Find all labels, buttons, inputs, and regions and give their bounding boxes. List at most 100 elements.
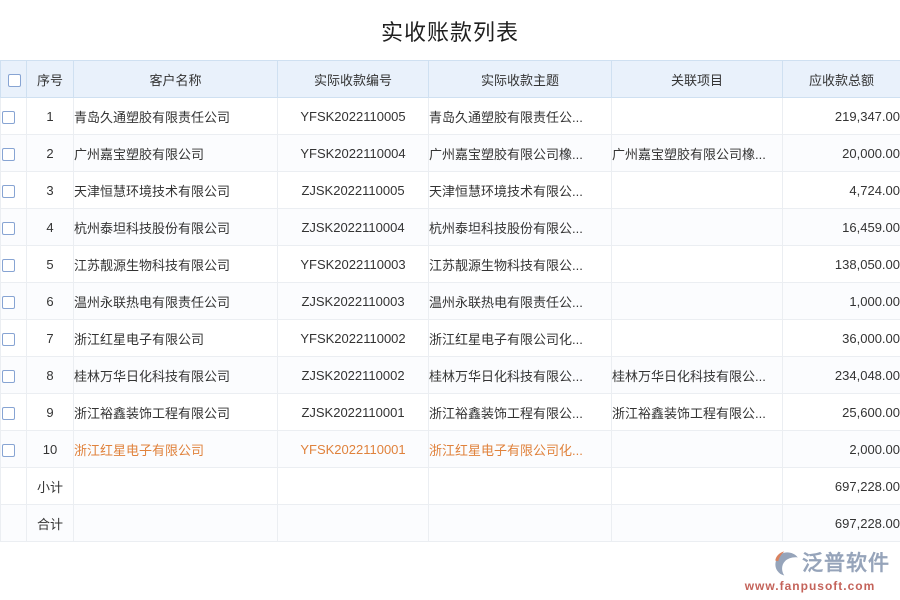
receipt-code-link[interactable]: YFSK2022110004 bbox=[278, 135, 429, 172]
row-checkbox[interactable] bbox=[2, 222, 15, 235]
row-checkbox-cell bbox=[1, 320, 27, 357]
receivable-amount: 25,600.00 bbox=[783, 394, 900, 431]
receipt-subject-link[interactable]: 浙江裕鑫装饰工程有限公... bbox=[429, 394, 612, 431]
row-checkbox[interactable] bbox=[2, 407, 15, 420]
receivable-amount: 219,347.00 bbox=[783, 98, 900, 135]
related-project-link[interactable]: 桂林万华日化科技有限公... bbox=[612, 357, 783, 394]
receipts-list-page: 实收账款列表 序号 客户名称 实际收款编号 实际收款主题 关联项目 应收款总额 bbox=[0, 0, 900, 600]
subtotal-label: 小计 bbox=[27, 468, 74, 505]
total-row: 合计 697,228.00 bbox=[1, 505, 900, 542]
row-number: 10 bbox=[27, 431, 74, 468]
related-project-link[interactable] bbox=[612, 246, 783, 283]
column-header-customer: 客户名称 bbox=[74, 61, 278, 98]
table-row: 3 天津恒慧环境技术有限公司 ZJSK2022110005 天津恒慧环境技术有限… bbox=[1, 172, 900, 209]
receipt-code-link[interactable]: ZJSK2022110005 bbox=[278, 172, 429, 209]
related-project-link[interactable]: 广州嘉宝塑胶有限公司橡... bbox=[612, 135, 783, 172]
row-checkbox-cell bbox=[1, 431, 27, 468]
receipt-code-link[interactable]: YFSK2022110003 bbox=[278, 246, 429, 283]
related-project-link[interactable]: 浙江裕鑫装饰工程有限公... bbox=[612, 394, 783, 431]
table-row: 7 浙江红星电子有限公司 YFSK2022110002 浙江红星电子有限公司化.… bbox=[1, 320, 900, 357]
brand-url-link[interactable]: www.fanpusoft.com bbox=[730, 580, 890, 592]
receivable-amount: 138,050.00 bbox=[783, 246, 900, 283]
related-project-link[interactable] bbox=[612, 320, 783, 357]
receipt-code-link[interactable]: ZJSK2022110004 bbox=[278, 209, 429, 246]
receipt-code-link[interactable]: YFSK2022110002 bbox=[278, 320, 429, 357]
row-checkbox-cell bbox=[1, 135, 27, 172]
receivable-amount: 234,048.00 bbox=[783, 357, 900, 394]
related-project-link[interactable] bbox=[612, 98, 783, 135]
row-number: 8 bbox=[27, 357, 74, 394]
table-row: 9 浙江裕鑫装饰工程有限公司 ZJSK2022110001 浙江裕鑫装饰工程有限… bbox=[1, 394, 900, 431]
related-project-link[interactable] bbox=[612, 431, 783, 468]
subtotal-amount: 697,228.00 bbox=[783, 468, 900, 505]
row-checkbox[interactable] bbox=[2, 333, 15, 346]
receipt-code-link[interactable]: ZJSK2022110001 bbox=[278, 394, 429, 431]
row-checkbox-cell bbox=[1, 246, 27, 283]
table-body: 1 青岛久通塑胶有限责任公司 YFSK2022110005 青岛久通塑胶有限责任… bbox=[1, 98, 900, 468]
table-row: 1 青岛久通塑胶有限责任公司 YFSK2022110005 青岛久通塑胶有限责任… bbox=[1, 98, 900, 135]
receipts-table: 序号 客户名称 实际收款编号 实际收款主题 关联项目 应收款总额 1 青岛久通塑… bbox=[0, 60, 900, 542]
total-checkbox-cell bbox=[1, 505, 27, 542]
related-project-link[interactable] bbox=[612, 172, 783, 209]
row-number: 1 bbox=[27, 98, 74, 135]
row-number: 4 bbox=[27, 209, 74, 246]
row-checkbox-cell bbox=[1, 209, 27, 246]
table-row: 2 广州嘉宝塑胶有限公司 YFSK2022110004 广州嘉宝塑胶有限公司橡.… bbox=[1, 135, 900, 172]
row-number: 3 bbox=[27, 172, 74, 209]
receipt-code-link[interactable]: YFSK2022110001 bbox=[278, 431, 429, 468]
related-project-link[interactable] bbox=[612, 209, 783, 246]
fanpu-logo-icon bbox=[773, 550, 800, 577]
column-header-project: 关联项目 bbox=[612, 61, 783, 98]
receipt-subject-link[interactable]: 浙江红星电子有限公司化... bbox=[429, 320, 612, 357]
row-checkbox-cell bbox=[1, 283, 27, 320]
customer-name-link[interactable]: 广州嘉宝塑胶有限公司 bbox=[74, 135, 278, 172]
customer-name-link[interactable]: 杭州泰坦科技股份有限公司 bbox=[74, 209, 278, 246]
receipt-code-link[interactable]: ZJSK2022110002 bbox=[278, 357, 429, 394]
row-checkbox[interactable] bbox=[2, 444, 15, 457]
row-checkbox-cell bbox=[1, 98, 27, 135]
receipt-subject-link[interactable]: 天津恒慧环境技术有限公... bbox=[429, 172, 612, 209]
row-checkbox[interactable] bbox=[2, 111, 15, 124]
receivable-amount: 4,724.00 bbox=[783, 172, 900, 209]
select-all-checkbox[interactable] bbox=[8, 74, 21, 87]
receipt-subject-link[interactable]: 青岛久通塑胶有限责任公... bbox=[429, 98, 612, 135]
customer-name-link[interactable]: 浙江裕鑫装饰工程有限公司 bbox=[74, 394, 278, 431]
customer-name-link[interactable]: 青岛久通塑胶有限责任公司 bbox=[74, 98, 278, 135]
row-checkbox[interactable] bbox=[2, 259, 15, 272]
row-checkbox[interactable] bbox=[2, 370, 15, 383]
table-row: 6 温州永联热电有限责任公司 ZJSK2022110003 温州永联热电有限责任… bbox=[1, 283, 900, 320]
receipt-code-link[interactable]: ZJSK2022110003 bbox=[278, 283, 429, 320]
page-title: 实收账款列表 bbox=[0, 0, 900, 60]
receipt-subject-link[interactable]: 杭州泰坦科技股份有限公... bbox=[429, 209, 612, 246]
total-label: 合计 bbox=[27, 505, 74, 542]
table-summary: 小计 697,228.00 合计 697,228.00 bbox=[1, 468, 900, 542]
row-checkbox[interactable] bbox=[2, 296, 15, 309]
header-checkbox-cell bbox=[1, 61, 27, 98]
receipt-subject-link[interactable]: 温州永联热电有限责任公... bbox=[429, 283, 612, 320]
row-checkbox-cell bbox=[1, 172, 27, 209]
customer-name-link[interactable]: 浙江红星电子有限公司 bbox=[74, 431, 278, 468]
customer-name-link[interactable]: 温州永联热电有限责任公司 bbox=[74, 283, 278, 320]
column-header-amount: 应收款总额 bbox=[783, 61, 900, 98]
row-number: 5 bbox=[27, 246, 74, 283]
receipt-subject-link[interactable]: 江苏靓源生物科技有限公... bbox=[429, 246, 612, 283]
receivable-amount: 2,000.00 bbox=[783, 431, 900, 468]
customer-name-link[interactable]: 江苏靓源生物科技有限公司 bbox=[74, 246, 278, 283]
customer-name-link[interactable]: 浙江红星电子有限公司 bbox=[74, 320, 278, 357]
receipt-subject-link[interactable]: 广州嘉宝塑胶有限公司橡... bbox=[429, 135, 612, 172]
table-row: 4 杭州泰坦科技股份有限公司 ZJSK2022110004 杭州泰坦科技股份有限… bbox=[1, 209, 900, 246]
row-number: 6 bbox=[27, 283, 74, 320]
receipt-subject-link[interactable]: 桂林万华日化科技有限公... bbox=[429, 357, 612, 394]
table-header: 序号 客户名称 实际收款编号 实际收款主题 关联项目 应收款总额 bbox=[1, 61, 900, 98]
customer-name-link[interactable]: 桂林万华日化科技有限公司 bbox=[74, 357, 278, 394]
row-checkbox[interactable] bbox=[2, 148, 15, 161]
receipt-subject-link[interactable]: 浙江红星电子有限公司化... bbox=[429, 431, 612, 468]
row-number: 2 bbox=[27, 135, 74, 172]
total-amount: 697,228.00 bbox=[783, 505, 900, 542]
subtotal-row: 小计 697,228.00 bbox=[1, 468, 900, 505]
row-checkbox[interactable] bbox=[2, 185, 15, 198]
related-project-link[interactable] bbox=[612, 283, 783, 320]
customer-name-link[interactable]: 天津恒慧环境技术有限公司 bbox=[74, 172, 278, 209]
column-header-code: 实际收款编号 bbox=[278, 61, 429, 98]
receipt-code-link[interactable]: YFSK2022110005 bbox=[278, 98, 429, 135]
